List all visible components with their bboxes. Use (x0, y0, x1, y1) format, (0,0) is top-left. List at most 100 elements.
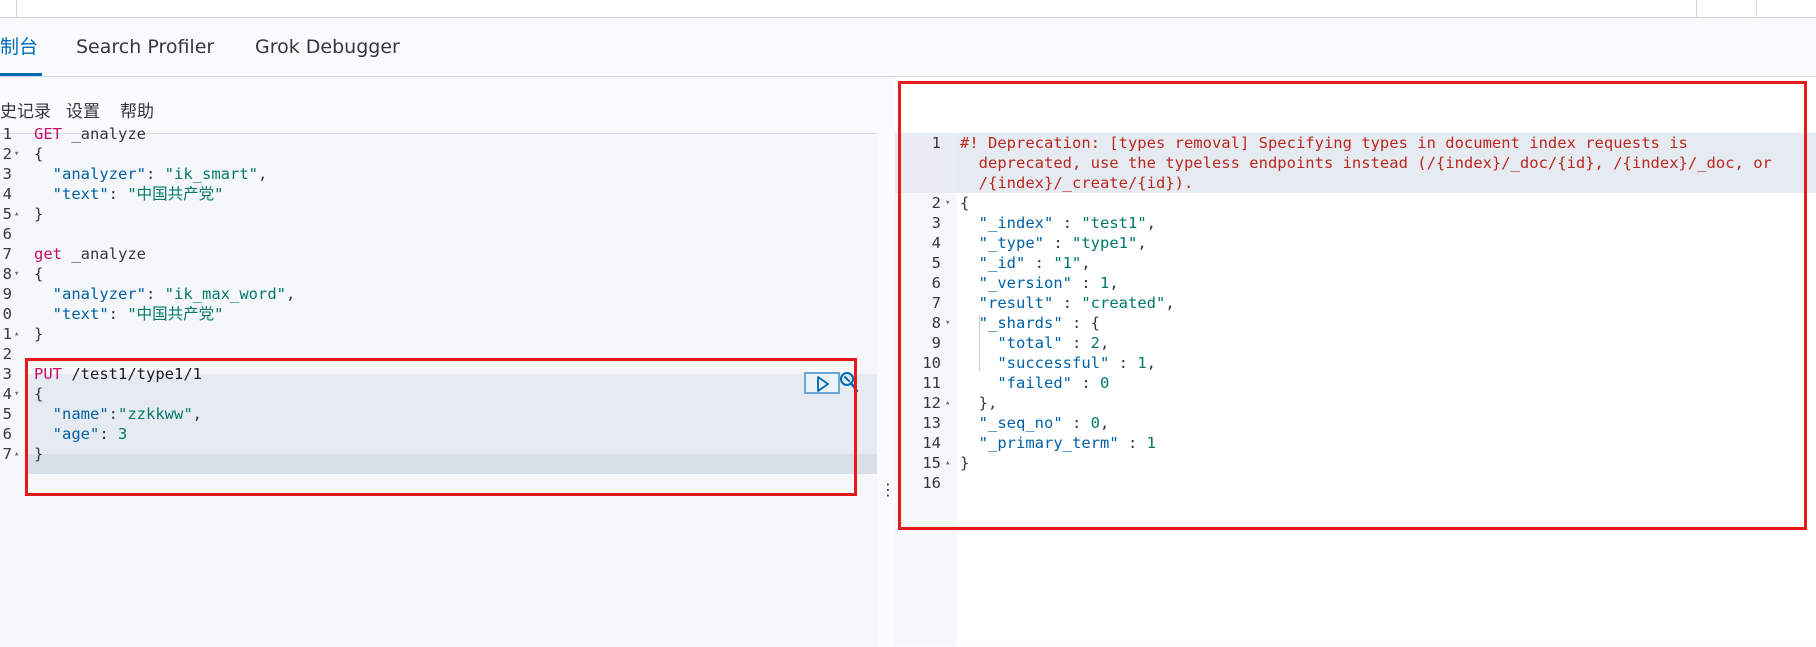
code-token: "中国共产党" (127, 185, 224, 203)
fold-close-icon[interactable]: ▴ (14, 204, 19, 224)
fold-close-icon[interactable]: ▴ (945, 453, 950, 473)
line-number: 6 (2, 225, 12, 243)
code-token: : (1072, 274, 1100, 292)
fold-close-icon[interactable]: ▴ (945, 393, 950, 413)
code-token: : (1053, 294, 1082, 312)
fold-close-icon[interactable]: ▴ (14, 324, 19, 344)
line-number: 16 (922, 474, 941, 492)
code-line: 1 GET _analyze (0, 124, 877, 144)
code-token: , (1146, 354, 1156, 372)
history-link[interactable]: 史记录 (0, 97, 51, 122)
code-text: "analyzer": "ik_smart", (34, 164, 268, 184)
code-token: "analyzer" (52, 285, 146, 303)
code-token: { (34, 145, 44, 163)
code-token: : (1062, 334, 1091, 352)
line-number: 3 (2, 365, 12, 383)
line-number: 15 (922, 454, 941, 472)
code-token: "name" (52, 405, 109, 423)
code-token: : { (1062, 314, 1100, 332)
line-number: 1 (2, 125, 12, 143)
fold-close-icon[interactable]: ▴ (14, 444, 19, 464)
line-number: 12 (922, 394, 941, 412)
tab-grok-debugger[interactable]: Grok Debugger (251, 18, 404, 76)
code-line: 2 ▾ { (895, 193, 1816, 213)
line-number: 9 (2, 285, 12, 303)
tab-search-profiler[interactable]: Search Profiler (72, 18, 218, 76)
code-token: : (146, 285, 165, 303)
fold-open-icon[interactable]: ▾ (14, 264, 19, 284)
fold-open-icon[interactable]: ▾ (14, 144, 19, 164)
code-token: "type1" (1072, 234, 1138, 252)
code-line: 7 ▴} (0, 444, 877, 464)
line-number: 11 (922, 374, 941, 392)
code-line: 6 "_version" : 1, (895, 273, 1816, 293)
line-number: 8 (2, 265, 12, 283)
send-request-button[interactable] (804, 372, 840, 394)
fold-open-icon[interactable]: ▾ (945, 193, 950, 213)
code-token: "_primary_term" (978, 434, 1119, 452)
line-number: 4 (2, 185, 12, 203)
line-number: 6 (931, 274, 941, 292)
code-token: 0 (1090, 414, 1101, 432)
code-line: 4 ▾ { (0, 384, 877, 404)
fold-open-icon[interactable]: ▾ (14, 384, 19, 404)
line-number: 9 (931, 334, 941, 352)
code-line: 2 (0, 344, 877, 364)
code-text: "text": "中国共产党" (34, 304, 224, 324)
line-number: 5 (931, 254, 941, 272)
fold-open-icon[interactable]: ▾ (945, 313, 950, 333)
code-line: 7 "result" : "created", (895, 293, 1816, 313)
code-token: : (1025, 254, 1054, 272)
code-token: "result" (978, 294, 1054, 312)
code-token: "_type" (978, 234, 1044, 252)
code-token: /{index}/_create/{id}). (960, 174, 1194, 192)
line-number: 4 (931, 234, 941, 252)
code-line: 1 ▴} (0, 324, 877, 344)
tab-console[interactable]: 制台 (0, 18, 43, 76)
code-token: : (1062, 414, 1091, 432)
code-token: : (1109, 354, 1138, 372)
code-token: "ik_smart" (164, 165, 258, 183)
line-number: 5 (2, 205, 12, 223)
code-text: { (960, 193, 969, 213)
code-token: } (34, 325, 44, 343)
code-token: "_id" (978, 254, 1026, 272)
code-line: 2 ▾ { (0, 144, 877, 164)
code-token: "analyzer" (52, 165, 146, 183)
code-token: , (1100, 414, 1110, 432)
help-link[interactable]: 帮助 (120, 97, 154, 122)
line-number: 0 (2, 305, 12, 323)
code-text: "_type" : "type1", (960, 233, 1147, 253)
code-line: 14 "_primary_term" : 1 (895, 433, 1816, 453)
vertical-dots-icon[interactable]: ⋮ (880, 480, 896, 499)
line-number: 4 (2, 385, 12, 403)
line-number: 3 (931, 214, 941, 232)
code-line: 5 ▴} (0, 204, 877, 224)
line-number: 13 (922, 414, 941, 432)
wrench-icon[interactable] (838, 370, 860, 398)
request-editor[interactable]: 1 GET _analyze 2 ▾ {3 "analyzer": "ik_smart"… (0, 125, 877, 647)
code-token: #! Deprecation: [types removal] Specifyi… (960, 134, 1688, 152)
code-token: , (192, 405, 203, 423)
code-token: _analyze (62, 245, 146, 263)
code-token: "_index" (978, 214, 1054, 232)
code-text: GET _analyze (34, 124, 146, 144)
code-token: : (1044, 234, 1072, 252)
code-line: 11 "failed" : 0 (895, 373, 1816, 393)
code-text: get _analyze (34, 244, 146, 264)
code-token: , (258, 165, 268, 183)
code-token: } (34, 205, 44, 223)
code-line: 3 "analyzer": "ik_smart", (0, 164, 877, 184)
header-divider (1756, 0, 1757, 17)
line-number: 6 (2, 425, 12, 443)
play-icon (817, 376, 829, 392)
code-token: "total" (997, 334, 1063, 352)
code-token: 0 (1099, 374, 1110, 392)
code-token: : (108, 305, 128, 323)
settings-link[interactable]: 设置 (66, 97, 100, 122)
